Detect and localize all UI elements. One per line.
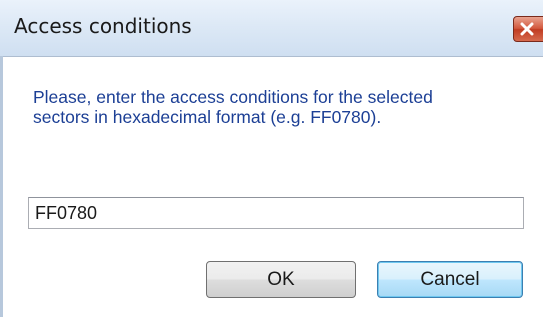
close-button[interactable] — [513, 16, 543, 42]
window-title: Access conditions — [14, 14, 192, 38]
ok-button[interactable]: OK — [206, 261, 356, 298]
instruction-message: Please, enter the access conditions for … — [33, 87, 433, 127]
access-conditions-input[interactable] — [28, 197, 524, 229]
close-x-icon — [520, 22, 534, 36]
title-bar[interactable]: Access conditions — [0, 0, 543, 57]
access-conditions-dialog: Access conditions Please, enter the acce… — [0, 0, 543, 317]
cancel-button[interactable]: Cancel — [377, 261, 523, 298]
